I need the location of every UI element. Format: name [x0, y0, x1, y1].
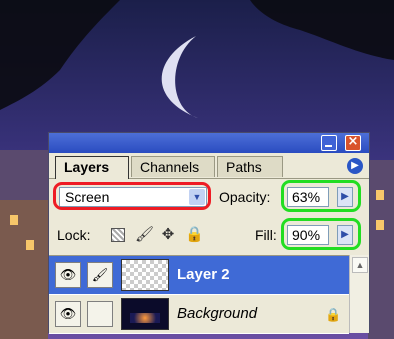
- link-cell[interactable]: [87, 301, 113, 327]
- layers-scrollbar[interactable]: ▲: [349, 255, 369, 333]
- screenshot-frame: × Layers Channels Paths ▶ Screen ▼ Opaci…: [0, 0, 394, 339]
- layers-list: 👁 🖌 Layer 2 👁 Background 🔒: [49, 255, 349, 334]
- panel-tabs: Layers Channels Paths ▶: [49, 153, 369, 179]
- panel-titlebar[interactable]: ×: [49, 133, 369, 153]
- highlight-ring-blend: [53, 182, 211, 210]
- window-light-4: [376, 220, 384, 230]
- layers-panel: × Layers Channels Paths ▶ Screen ▼ Opaci…: [48, 132, 370, 334]
- tab-paths[interactable]: Paths: [217, 156, 283, 177]
- building-left-2: [0, 200, 48, 339]
- lock-fill-row: Lock: 🖌 ✥ 🔒 Fill: 90% ▶: [49, 217, 369, 253]
- brush-icon[interactable]: 🖌: [87, 262, 113, 288]
- tab-layers[interactable]: Layers: [55, 156, 129, 179]
- layer-row[interactable]: 👁 🖌 Layer 2: [49, 256, 349, 294]
- window-light-3: [376, 190, 384, 200]
- highlight-ring-opacity: [281, 180, 361, 212]
- building-right: [368, 160, 394, 339]
- close-button[interactable]: ×: [345, 134, 361, 151]
- eye-icon[interactable]: 👁: [55, 301, 81, 327]
- lock-label: Lock:: [57, 227, 91, 243]
- panel-menu-button[interactable]: ▶: [347, 158, 363, 174]
- layer-thumbnail: [121, 298, 169, 330]
- move-icon[interactable]: ✥: [159, 226, 177, 244]
- blend-opacity-row: Screen ▼ Opacity: 63% ▶: [49, 179, 369, 215]
- minimize-button[interactable]: [321, 135, 337, 151]
- close-icon: ×: [347, 134, 359, 149]
- lock-transparency-icon[interactable]: [109, 226, 127, 244]
- fill-label: Fill:: [255, 227, 277, 243]
- opacity-label: Opacity:: [219, 189, 271, 205]
- triangle-right-icon: ▶: [351, 160, 359, 171]
- eye-icon[interactable]: 👁: [55, 262, 81, 288]
- layer-name[interactable]: Layer 2: [177, 266, 230, 283]
- tab-channels[interactable]: Channels: [131, 156, 215, 177]
- layer-name[interactable]: Background: [177, 305, 257, 322]
- padlock-icon[interactable]: 🔒: [185, 226, 204, 244]
- layer-row[interactable]: 👁 Background 🔒: [49, 295, 349, 333]
- brush-icon[interactable]: 🖌: [135, 226, 154, 244]
- lock-icon: 🔒: [325, 307, 342, 322]
- window-light-2: [26, 240, 34, 250]
- highlight-ring-fill: [281, 218, 361, 250]
- scroll-up-icon[interactable]: ▲: [352, 257, 368, 273]
- window-light-1: [10, 215, 18, 225]
- layer-thumbnail: [121, 259, 169, 291]
